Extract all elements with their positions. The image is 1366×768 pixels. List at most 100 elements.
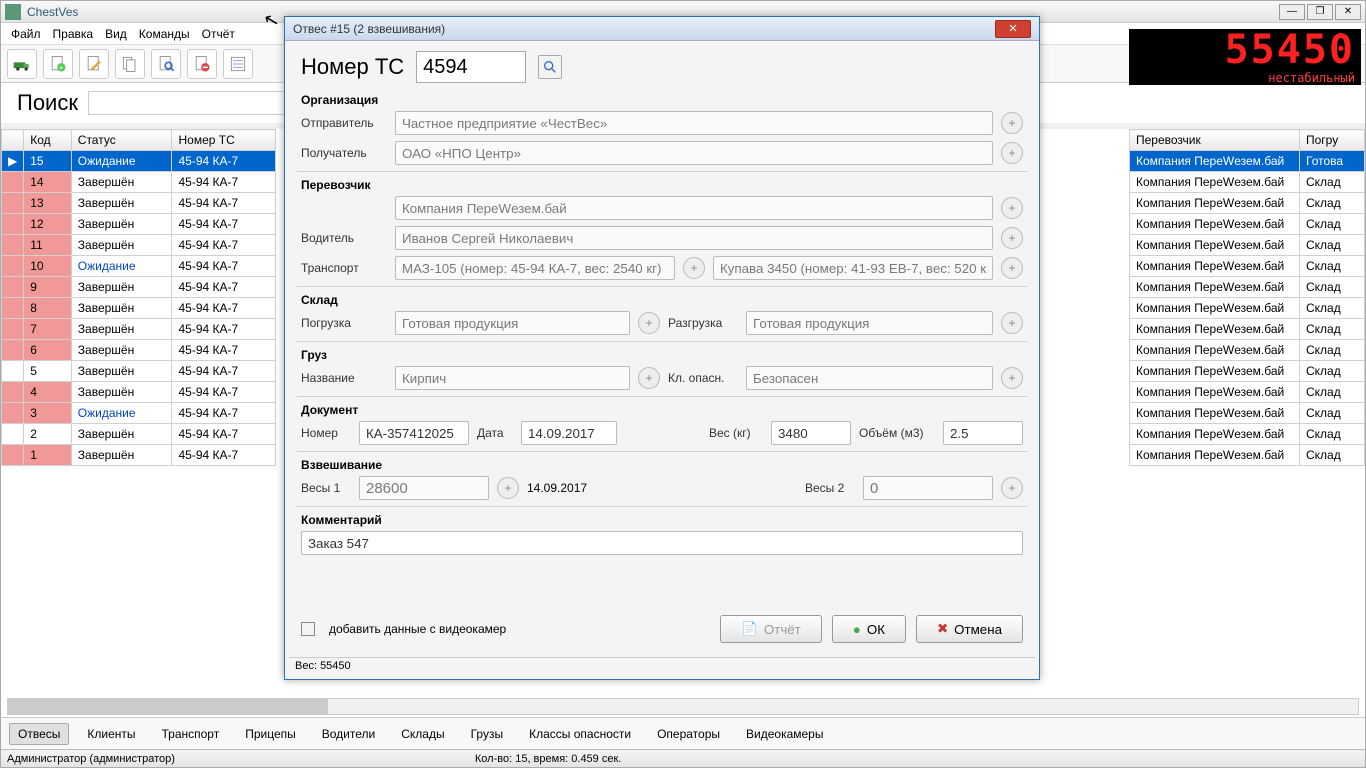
dialog-close-button[interactable]: ✕ [995, 20, 1031, 38]
receiver-add-button[interactable]: + [1001, 142, 1023, 164]
carrier-add-button[interactable]: + [1001, 197, 1023, 219]
table-row[interactable]: Компания ПереWезем.байСклад [1130, 256, 1365, 277]
table-row[interactable]: 14Завершён45-94 КА-7 [2, 172, 276, 193]
add-doc-icon[interactable]: + [43, 49, 73, 79]
col-status[interactable]: Статус [71, 130, 172, 151]
horizontal-scrollbar[interactable] [7, 698, 1359, 715]
ts-search-button[interactable] [538, 55, 562, 79]
table-row[interactable]: Компания ПереWезем.байСклад [1130, 340, 1365, 361]
driver-input[interactable] [395, 226, 993, 250]
cancel-button[interactable]: ✖Отмена [916, 615, 1023, 643]
table-row[interactable]: Компания ПереWезем.байГотова [1130, 151, 1365, 172]
menu-report[interactable]: Отчёт [202, 27, 235, 41]
doc-weight-input[interactable] [771, 421, 851, 445]
danger-input[interactable] [746, 366, 993, 390]
unload-add-button[interactable]: + [1001, 312, 1023, 334]
comment-input[interactable] [301, 531, 1023, 555]
table-row[interactable]: 11Завершён45-94 КА-7 [2, 235, 276, 256]
tab-Прицепы[interactable]: Прицепы [237, 724, 304, 744]
col-code[interactable]: Код [24, 130, 72, 151]
load-input[interactable] [395, 311, 630, 335]
truck-icon[interactable] [7, 49, 37, 79]
table-row[interactable]: Компания ПереWезем.байСклад [1130, 424, 1365, 445]
tab-Операторы[interactable]: Операторы [649, 724, 728, 744]
w1-input[interactable] [359, 476, 489, 500]
table-row[interactable]: Компания ПереWезем.байСклад [1130, 172, 1365, 193]
table-row[interactable]: Компания ПереWезем.байСклад [1130, 382, 1365, 403]
w1-button[interactable]: + [497, 477, 519, 499]
minimize-button[interactable]: — [1279, 4, 1305, 20]
danger-add-button[interactable]: + [1001, 367, 1023, 389]
transport-input[interactable] [395, 256, 675, 280]
table-row[interactable]: 4Завершён45-94 КА-7 [2, 382, 276, 403]
table-row[interactable]: 1Завершён45-94 КА-7 [2, 445, 276, 466]
doc-num-input[interactable] [359, 421, 469, 445]
tab-Классы опасности[interactable]: Классы опасности [521, 724, 639, 744]
driver-add-button[interactable]: + [1001, 227, 1023, 249]
close-button[interactable]: ✕ [1335, 4, 1361, 20]
ts-input[interactable] [416, 51, 526, 83]
sender-input[interactable] [395, 111, 993, 135]
add-cam-checkbox[interactable] [301, 622, 315, 636]
tab-Транспорт[interactable]: Транспорт [154, 724, 228, 744]
w2-button[interactable]: + [1001, 477, 1023, 499]
left-grid[interactable]: Код Статус Номер ТС ▶15Ожидание45-94 КА-… [1, 129, 276, 717]
tab-Грузы[interactable]: Грузы [463, 724, 512, 744]
search-doc-icon[interactable] [151, 49, 181, 79]
list-icon[interactable] [223, 49, 253, 79]
delete-doc-icon[interactable] [187, 49, 217, 79]
table-row[interactable]: Компания ПереWезем.байСклад [1130, 193, 1365, 214]
trailer-add-button[interactable]: + [1001, 257, 1023, 279]
table-row[interactable]: 13Завершён45-94 КА-7 [2, 193, 276, 214]
menu-edit[interactable]: Правка [53, 27, 94, 41]
table-row[interactable]: Компания ПереWезем.байСклад [1130, 445, 1365, 466]
table-row[interactable]: 10Ожидание45-94 КА-7 [2, 256, 276, 277]
receiver-input[interactable] [395, 141, 993, 165]
scrollbar-thumb[interactable] [8, 699, 328, 714]
table-row[interactable]: 3Ожидание45-94 КА-7 [2, 403, 276, 424]
tab-Отвесы[interactable]: Отвесы [9, 723, 69, 745]
tab-Водители[interactable]: Водители [314, 724, 383, 744]
table-row[interactable]: 12Завершён45-94 КА-7 [2, 214, 276, 235]
maximize-button[interactable]: ❐ [1307, 4, 1333, 20]
table-row[interactable]: 9Завершён45-94 КА-7 [2, 277, 276, 298]
carrier-input[interactable] [395, 196, 993, 220]
table-row[interactable]: Компания ПереWезем.байСклад [1130, 361, 1365, 382]
tab-Видеокамеры[interactable]: Видеокамеры [738, 724, 831, 744]
table-row[interactable]: 6Завершён45-94 КА-7 [2, 340, 276, 361]
table-row[interactable]: Компания ПереWезем.байСклад [1130, 277, 1365, 298]
table-row[interactable]: Компания ПереWезем.байСклад [1130, 214, 1365, 235]
table-row[interactable]: 7Завершён45-94 КА-7 [2, 319, 276, 340]
doc-vol-input[interactable] [943, 421, 1023, 445]
col-load[interactable]: Погру [1300, 130, 1365, 151]
col-carrier[interactable]: Перевозчик [1130, 130, 1300, 151]
cargo-name-add-button[interactable]: + [638, 367, 660, 389]
load-add-button[interactable]: + [638, 312, 660, 334]
trailer-input[interactable] [713, 256, 993, 280]
table-row[interactable]: Компания ПереWезем.байСклад [1130, 235, 1365, 256]
cargo-name-input[interactable] [395, 366, 630, 390]
col-ts[interactable]: Номер ТС [172, 130, 276, 151]
menu-commands[interactable]: Команды [139, 27, 190, 41]
right-grid[interactable]: Перевозчик Погру Компания ПереWезем.байГ… [1129, 129, 1365, 717]
table-row[interactable]: Компания ПереWезем.байСклад [1130, 403, 1365, 424]
table-row[interactable]: Компания ПереWезем.байСклад [1130, 319, 1365, 340]
report-button[interactable]: 📄Отчёт [720, 615, 822, 643]
table-row[interactable]: ▶15Ожидание45-94 КА-7 [2, 151, 276, 172]
ok-button[interactable]: ●ОК [832, 615, 906, 643]
table-row[interactable]: 2Завершён45-94 КА-7 [2, 424, 276, 445]
copy-doc-icon[interactable] [115, 49, 145, 79]
tab-Клиенты[interactable]: Клиенты [79, 724, 143, 744]
table-row[interactable]: Компания ПереWезем.байСклад [1130, 298, 1365, 319]
table-row[interactable]: 5Завершён45-94 КА-7 [2, 361, 276, 382]
unload-input[interactable] [746, 311, 993, 335]
tab-Склады[interactable]: Склады [393, 724, 452, 744]
table-row[interactable]: 8Завершён45-94 КА-7 [2, 298, 276, 319]
doc-date-input[interactable] [521, 421, 617, 445]
menu-file[interactable]: Файл [11, 27, 41, 41]
w2-input[interactable] [863, 476, 993, 500]
sender-add-button[interactable]: + [1001, 112, 1023, 134]
edit-doc-icon[interactable] [79, 49, 109, 79]
menu-view[interactable]: Вид [105, 27, 127, 41]
transport-add-button[interactable]: + [683, 257, 705, 279]
